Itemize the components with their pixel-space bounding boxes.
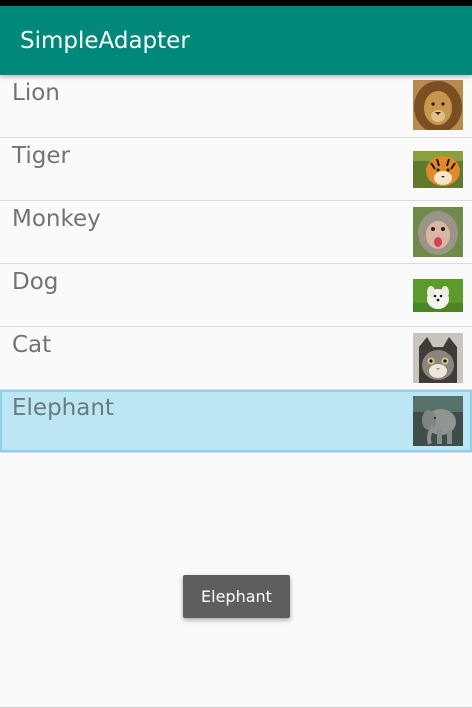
lion-photo [413, 80, 463, 130]
toast-message: Elephant [183, 575, 290, 618]
animal-list: Lion Tiger Monkey Dog Cat Elephant [0, 75, 472, 453]
list-item-label: Cat [12, 332, 52, 358]
list-item-elephant[interactable]: Elephant [0, 390, 472, 453]
list-item-dog[interactable]: Dog [0, 264, 472, 327]
app-title: SimpleAdapter [20, 28, 190, 54]
dog-photo [413, 279, 463, 312]
list-item-label: Tiger [12, 143, 70, 169]
list-item-label: Lion [12, 80, 60, 106]
list-item-label: Dog [12, 269, 59, 295]
list-item-label: Elephant [12, 395, 114, 421]
list-item-lion[interactable]: Lion [0, 75, 472, 138]
list-item-tiger[interactable]: Tiger [0, 138, 472, 201]
list-item-label: Monkey [12, 206, 101, 232]
tiger-photo [413, 151, 463, 188]
app-bar: SimpleAdapter [0, 6, 472, 75]
list-item-cat[interactable]: Cat [0, 327, 472, 390]
elephant-photo [413, 396, 463, 446]
monkey-photo [413, 207, 463, 257]
list-item-monkey[interactable]: Monkey [0, 201, 472, 264]
cat-photo [413, 333, 463, 383]
